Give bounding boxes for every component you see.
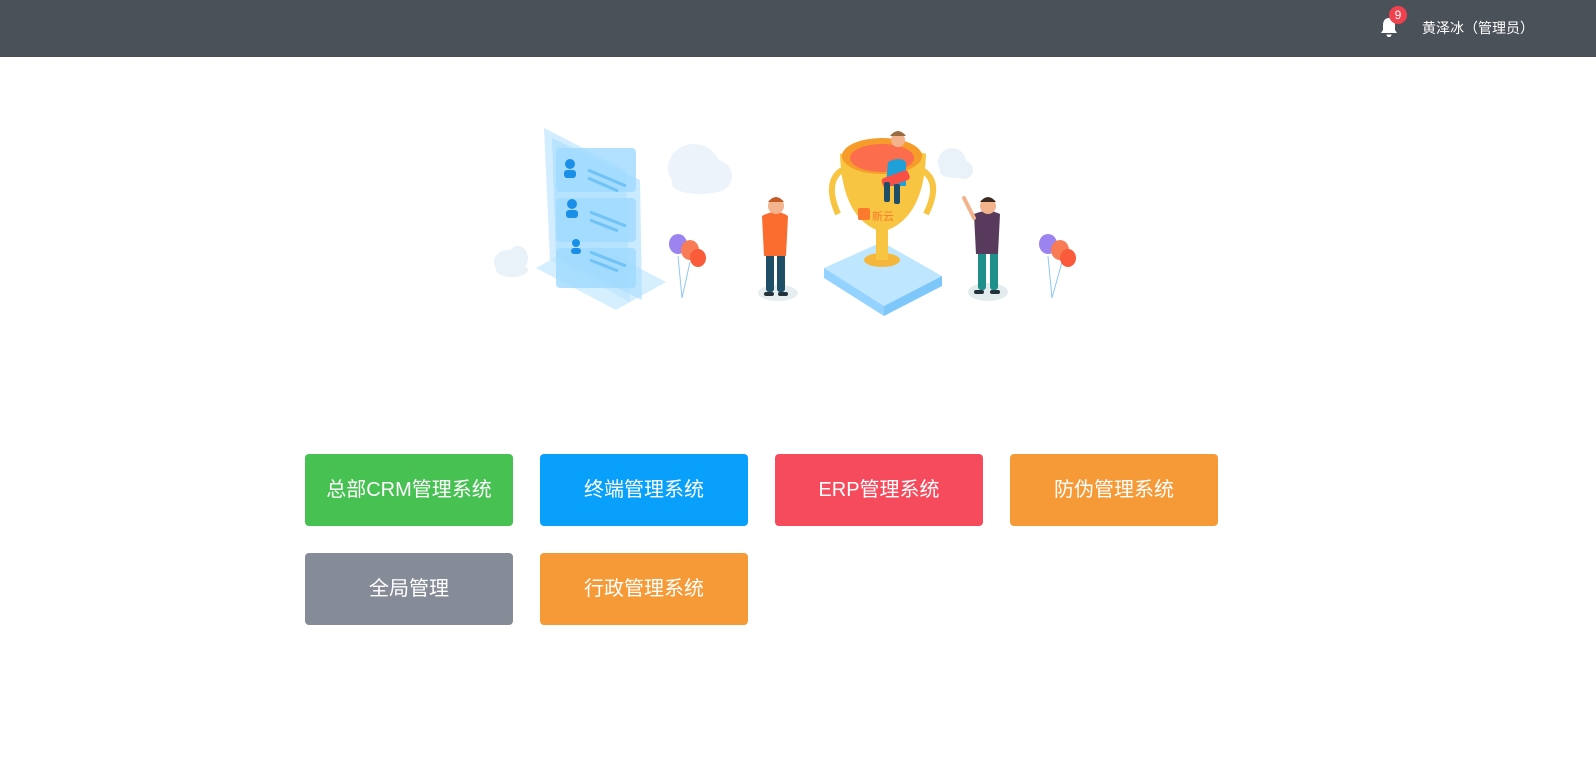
anti-counterfeit-system-button[interactable]: 防伪管理系统 [1010,454,1218,526]
balloons-icon [669,234,706,299]
person-standing-icon [758,197,798,301]
cloud-icon [938,148,973,179]
global-management-button[interactable]: 全局管理 [305,553,513,625]
person-waving-icon [962,196,1008,301]
balloons-icon [1039,234,1076,299]
trophy-icon: 新云 [824,138,942,316]
terminal-system-button[interactable]: 终端管理系统 [540,454,748,526]
cloud-icon [668,144,732,194]
profile-cards-icon [536,128,666,310]
crm-system-button[interactable]: 总部CRM管理系统 [305,454,513,526]
top-bar: 9 黄泽冰（管理员） [0,0,1596,57]
hero-illustration: 新云 [480,110,1100,330]
notification-badge[interactable]: 9 [1389,6,1407,24]
cloud-icon [494,246,528,277]
admin-system-button[interactable]: 行政管理系统 [540,553,748,625]
erp-system-button[interactable]: ERP管理系统 [775,454,983,526]
user-menu[interactable]: 黄泽冰（管理员） [1422,18,1534,38]
trophy-logo-text: 新云 [872,209,894,223]
